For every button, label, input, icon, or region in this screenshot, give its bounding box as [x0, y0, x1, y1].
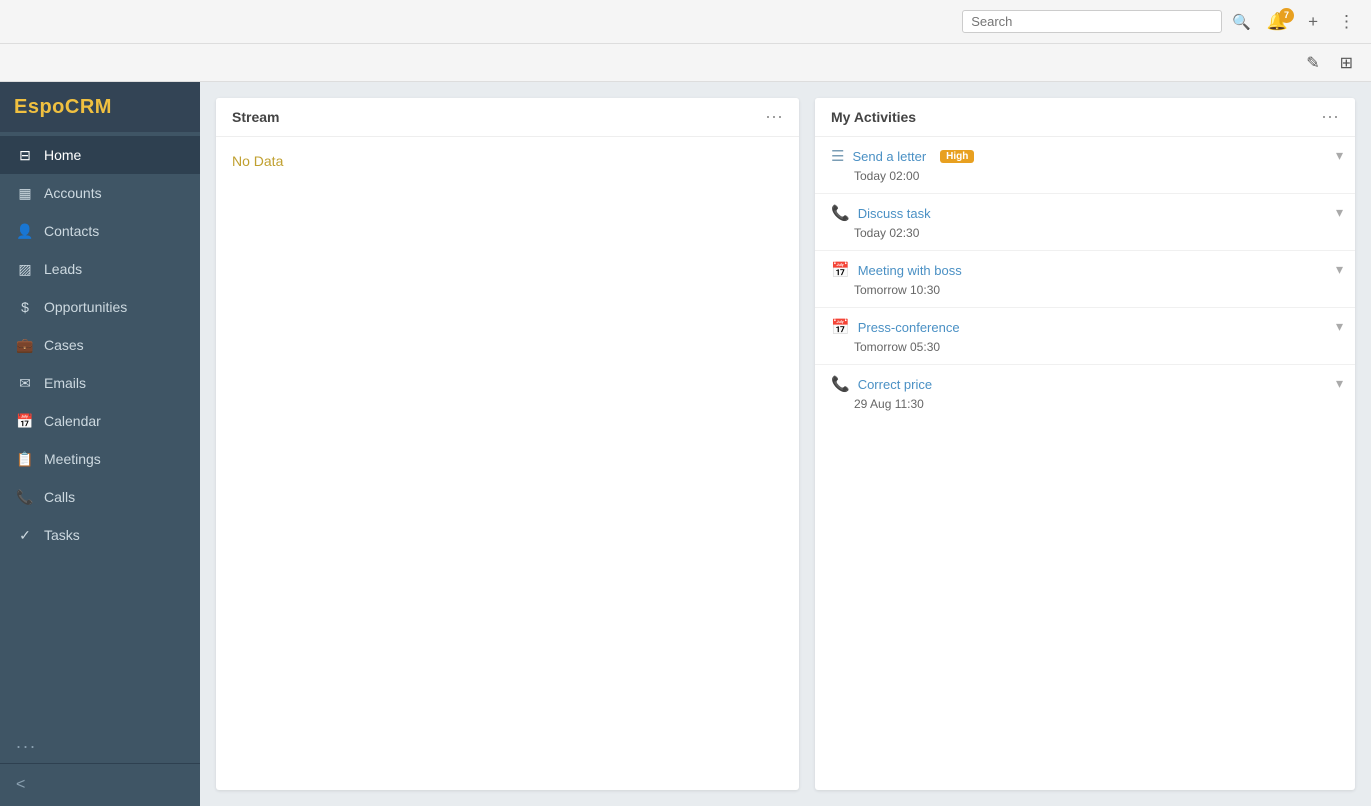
activities-panel-menu-button[interactable]: ⋯ — [1321, 108, 1339, 126]
activity-time-meeting-with-boss: Tomorrow 10:30 — [831, 283, 1339, 297]
meeting-icon: 📅 — [831, 261, 850, 279]
sidebar-item-label-emails: Emails — [44, 375, 86, 391]
sidebar-nav: ⊟ Home ▦ Accounts 👤 Contacts ▨ Leads $ O… — [0, 132, 200, 722]
sidebar-item-home[interactable]: ⊟ Home — [0, 136, 200, 174]
activity-time-discuss-task: Today 02:30 — [831, 226, 1339, 240]
activity-row: ☰ Send a letter High — [831, 147, 1339, 165]
activity-row: 📅 Press-conference — [831, 318, 1339, 336]
leads-icon: ▨ — [16, 260, 34, 278]
search-wrapper — [962, 10, 1222, 33]
activity-title-discuss-task[interactable]: Discuss task — [858, 206, 931, 221]
activity-item-correct-price: 📞 Correct price 29 Aug 11:30 ▾ — [815, 365, 1355, 421]
sidebar-item-calendar[interactable]: 📅 Calendar — [0, 402, 200, 440]
logo-area: EspoCRM — [0, 82, 200, 132]
calendar-icon: 📅 — [16, 412, 34, 430]
activity-item-press-conference: 📅 Press-conference Tomorrow 05:30 ▾ — [815, 308, 1355, 365]
activity-title-meeting-with-boss[interactable]: Meeting with boss — [858, 263, 962, 278]
call-icon: 📞 — [831, 375, 850, 393]
activities-panel-header: My Activities ⋯ — [815, 98, 1355, 137]
grid-button[interactable]: ⊞ — [1334, 49, 1359, 77]
activity-title-correct-price[interactable]: Correct price — [858, 377, 932, 392]
topbar-menu-button[interactable]: ⋮ — [1332, 8, 1361, 36]
sidebar-item-label-meetings: Meetings — [44, 451, 101, 467]
activity-time-correct-price: 29 Aug 11:30 — [831, 397, 1339, 411]
stream-panel-header: Stream ⋯ — [216, 98, 799, 137]
activity-time-send-letter: Today 02:00 — [831, 169, 1339, 183]
search-input[interactable] — [971, 14, 1191, 29]
secondary-toolbar: ✎ ⊞ — [0, 44, 1371, 82]
main-layout: EspoCRM ⊟ Home ▦ Accounts 👤 Contacts ▨ L… — [0, 82, 1371, 806]
activity-row: 📞 Correct price — [831, 375, 1339, 393]
sidebar-item-label-contacts: Contacts — [44, 223, 99, 239]
sidebar-item-opportunities[interactable]: $ Opportunities — [0, 288, 200, 326]
sidebar-item-calls[interactable]: 📞 Calls — [0, 478, 200, 516]
call-icon: 📞 — [831, 204, 850, 222]
sidebar-item-label-calls: Calls — [44, 489, 75, 505]
sidebar: EspoCRM ⊟ Home ▦ Accounts 👤 Contacts ▨ L… — [0, 82, 200, 806]
sidebar-item-contacts[interactable]: 👤 Contacts — [0, 212, 200, 250]
activity-title-send-letter[interactable]: Send a letter — [852, 149, 926, 164]
activity-title-press-conference[interactable]: Press-conference — [858, 320, 960, 335]
activity-row: 📞 Discuss task — [831, 204, 1339, 222]
sidebar-item-label-tasks: Tasks — [44, 527, 80, 543]
topbar: 🔍 🔔 7 + ⋮ — [0, 0, 1371, 44]
activity-chevron-press-conference[interactable]: ▾ — [1336, 318, 1343, 335]
activity-chevron-meeting-with-boss[interactable]: ▾ — [1336, 261, 1343, 278]
activity-item-send-letter: ☰ Send a letter High Today 02:00 ▾ — [815, 137, 1355, 194]
sidebar-item-label-home: Home — [44, 147, 81, 163]
sidebar-item-accounts[interactable]: ▦ Accounts — [0, 174, 200, 212]
sidebar-item-tasks[interactable]: ✓ Tasks — [0, 516, 200, 554]
meetings-icon: 📋 — [16, 450, 34, 468]
calls-icon: 📞 — [16, 488, 34, 506]
sidebar-item-leads[interactable]: ▨ Leads — [0, 250, 200, 288]
edit-button[interactable]: ✎ — [1300, 49, 1325, 77]
emails-icon: ✉ — [16, 374, 34, 392]
tasks-icon: ✓ — [16, 526, 34, 544]
cases-icon: 💼 — [16, 336, 34, 354]
stream-panel-title: Stream — [232, 109, 279, 125]
activity-chevron-discuss-task[interactable]: ▾ — [1336, 204, 1343, 221]
priority-badge: High — [940, 150, 974, 163]
content-area: Stream ⋯ No Data My Activities ⋯ ☰ Send … — [200, 82, 1371, 806]
opportunities-icon: $ — [16, 298, 34, 316]
sidebar-item-label-opportunities: Opportunities — [44, 299, 127, 315]
notifications-button[interactable]: 🔔 7 — [1261, 8, 1294, 36]
logo: EspoCRM — [14, 96, 112, 119]
stream-panel: Stream ⋯ No Data — [216, 98, 799, 790]
sidebar-item-cases[interactable]: 💼 Cases — [0, 326, 200, 364]
search-button[interactable]: 🔍 — [1230, 11, 1253, 33]
activity-chevron-correct-price[interactable]: ▾ — [1336, 375, 1343, 392]
activities-list: ☰ Send a letter High Today 02:00 ▾ 📞 Dis… — [815, 137, 1355, 421]
sidebar-item-label-calendar: Calendar — [44, 413, 101, 429]
activities-panel: My Activities ⋯ ☰ Send a letter High Tod… — [815, 98, 1355, 790]
activity-chevron-send-letter[interactable]: ▾ — [1336, 147, 1343, 164]
activities-panel-title: My Activities — [831, 109, 916, 125]
sidebar-more-button[interactable]: ... — [0, 722, 200, 763]
activity-row: 📅 Meeting with boss — [831, 261, 1339, 279]
sidebar-collapse-button[interactable]: < — [0, 763, 200, 806]
sidebar-item-label-leads: Leads — [44, 261, 82, 277]
add-button[interactable]: + — [1302, 8, 1324, 36]
activity-item-meeting-with-boss: 📅 Meeting with boss Tomorrow 10:30 ▾ — [815, 251, 1355, 308]
contacts-icon: 👤 — [16, 222, 34, 240]
no-data-label: No Data — [232, 153, 283, 169]
accounts-icon: ▦ — [16, 184, 34, 202]
home-icon: ⊟ — [16, 146, 34, 164]
sidebar-item-label-accounts: Accounts — [44, 185, 102, 201]
task-icon: ☰ — [831, 147, 844, 165]
activity-item-discuss-task: 📞 Discuss task Today 02:30 ▾ — [815, 194, 1355, 251]
sidebar-item-meetings[interactable]: 📋 Meetings — [0, 440, 200, 478]
stream-panel-body: No Data — [216, 137, 799, 790]
stream-panel-menu-button[interactable]: ⋯ — [765, 108, 783, 126]
activity-time-press-conference: Tomorrow 05:30 — [831, 340, 1339, 354]
meeting-icon: 📅 — [831, 318, 850, 336]
sidebar-item-label-cases: Cases — [44, 337, 84, 353]
sidebar-item-emails[interactable]: ✉ Emails — [0, 364, 200, 402]
notification-badge: 7 — [1279, 8, 1294, 23]
